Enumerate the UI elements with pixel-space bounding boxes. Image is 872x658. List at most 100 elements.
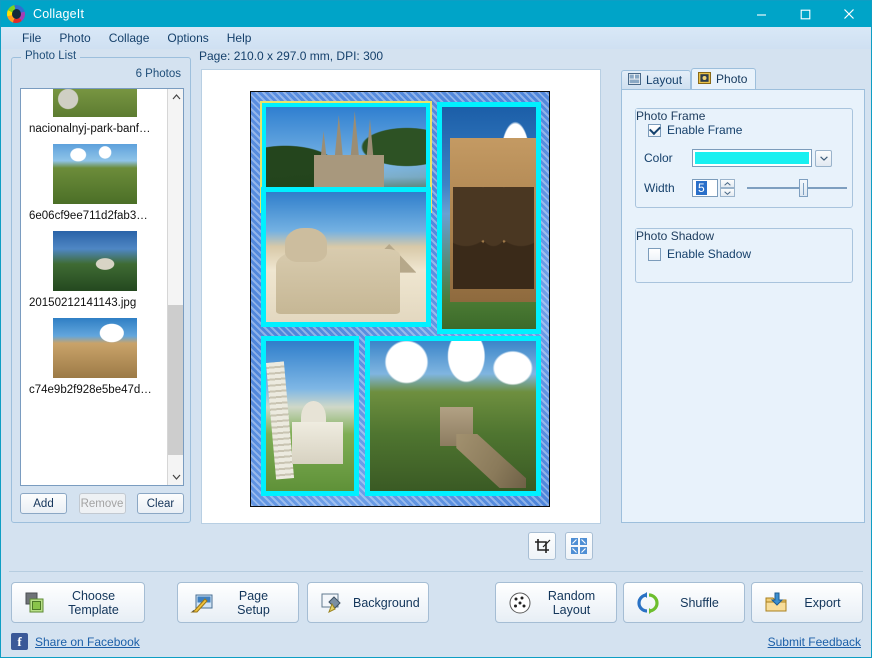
collage-cell-sphinx[interactable] [261,187,431,327]
photo-list-panel: Photo List 6 Photos nacionalnyj-park-ban… [11,50,191,523]
page-setup-label: Page Setup [237,588,270,617]
frame-width-value: 5 [696,181,707,195]
slider-thumb[interactable] [799,179,808,197]
tab-photo[interactable]: Photo [691,68,757,89]
shuffle-button[interactable]: Shuffle [623,582,745,623]
photo-file-name: 20150212141143.jpg [29,297,137,309]
submit-feedback-link[interactable]: Submit Feedback [768,635,861,649]
tab-layout-label: Layout [646,73,683,87]
list-item[interactable]: 20150212141143.jpg [21,225,169,312]
collage-sheet[interactable] [250,91,550,507]
menu-item-file[interactable]: File [13,29,50,47]
frame-width-label: Width [644,181,675,195]
crop-icon[interactable] [528,532,556,560]
clear-button[interactable]: Clear [137,493,184,514]
list-item[interactable]: nacionalnyj-park-banf… [21,89,169,138]
photo-shadow-legend: Photo Shadow [636,229,715,243]
frame-width-input[interactable]: 5 [692,179,718,197]
enable-frame-row[interactable]: Enable Frame [648,123,742,137]
export-button[interactable]: Export [751,582,863,623]
photo-list-scrollbar[interactable] [167,89,183,485]
photo-file-name: c74e9b2f928e5be47d… [29,384,152,396]
collage-canvas[interactable] [201,69,601,524]
stepper-down-icon[interactable] [720,188,735,197]
collage-photo-great-wall [370,341,536,491]
window-controls [739,1,871,27]
facebook-icon: f [11,633,28,650]
choose-template-label: Choose Template [68,588,119,617]
background-brush-icon [320,591,344,615]
chevron-down-icon[interactable] [815,149,832,167]
maximize-icon[interactable] [783,1,827,27]
photo-frame-icon [698,71,712,87]
frame-color-row: Color [644,149,832,167]
canvas-tool-buttons [528,532,593,560]
bottom-toolbar: Choose Template Page Setup Background Ra… [9,576,863,629]
page-setup-pencil-icon [190,591,214,615]
stepper-up-icon[interactable] [720,179,735,188]
share-on-facebook-label: Share on Facebook [35,634,140,649]
collageit-logo-icon [6,4,26,24]
enable-frame-checkbox[interactable] [648,123,661,137]
collage-photo-pisa [266,341,354,491]
enable-shadow-checkbox[interactable] [648,247,661,261]
add-button[interactable]: Add [20,493,67,514]
photo-file-name: nacionalnyj-park-banf… [29,123,151,135]
frame-color-swatch [695,152,809,164]
frame-color-label: Color [644,151,673,165]
random-layout-button[interactable]: Random Layout [495,582,617,623]
chevron-up-icon[interactable] [168,89,183,105]
shuffle-label: Shuffle [680,595,719,610]
tab-layout[interactable]: Layout [621,70,692,89]
page-info-label: Page: 210.0 x 297.0 mm, DPI: 300 [199,49,384,63]
dice-icon [508,591,532,615]
template-stack-icon [24,591,48,615]
photo-tab-panel: Photo Frame Enable Frame Color Width 5 P… [621,89,865,523]
photo-list-box[interactable]: nacionalnyj-park-banf… 6e06cf9ee711d2fab… [20,88,184,486]
photo-list-buttons: Add Remove Clear [20,493,184,514]
enable-shadow-row[interactable]: Enable Shadow [648,247,751,261]
frame-color-picker[interactable] [692,149,812,167]
list-item[interactable]: c74e9b2f928e5be47d… [21,312,169,399]
enable-frame-label: Enable Frame [667,123,743,137]
photo-thumbnail [53,318,137,378]
slider-track [747,187,847,189]
collage-cell-great-wall[interactable] [365,336,541,496]
photo-shadow-group: Photo Shadow Enable Shadow [635,228,853,283]
collage-cell-colosseum[interactable] [437,102,541,334]
export-folder-download-icon [764,591,788,615]
collage-cell-pisa[interactable] [261,336,359,496]
collage-photo-colosseum [442,107,536,329]
menu-item-options[interactable]: Options [158,29,217,47]
menu-item-help[interactable]: Help [218,29,261,47]
random-layout-label: Random Layout [547,588,596,617]
minimize-icon[interactable] [739,1,783,27]
photo-file-name: 6e06cf9ee711d2fab3… [29,210,148,222]
window-title: CollageIt [33,7,85,21]
photo-thumbnail [53,144,137,204]
collageit-window: CollageIt File Photo Collage Options Hel… [0,0,872,658]
photo-frame-legend: Photo Frame [636,109,706,123]
list-item[interactable]: 6e06cf9ee711d2fab3… [21,138,169,225]
frame-width-slider[interactable] [747,179,847,197]
close-icon[interactable] [827,1,871,27]
chevron-down-icon[interactable] [168,469,183,485]
shuffle-arrows-icon [636,591,660,615]
photo-frame-group: Photo Frame Enable Frame Color Width 5 [635,108,853,208]
share-on-facebook-link[interactable]: f Share on Facebook [11,633,140,650]
page-setup-button[interactable]: Page Setup [177,582,299,623]
right-panel-tabs: Layout Photo [621,68,865,89]
remove-button: Remove [78,493,126,514]
arrange-four-corners-icon[interactable] [565,532,593,560]
frame-width-row: Width 5 [644,179,847,197]
scrollbar-thumb[interactable] [168,305,183,455]
menu-item-collage[interactable]: Collage [100,29,159,47]
photo-thumbnail [53,231,137,291]
export-label: Export [804,595,841,610]
menu-item-photo[interactable]: Photo [50,29,99,47]
toolbar-separator [9,571,863,572]
choose-template-button[interactable]: Choose Template [11,582,145,623]
background-button[interactable]: Background [307,582,429,623]
title-bar: CollageIt [1,1,871,27]
frame-width-stepper[interactable] [720,179,735,197]
